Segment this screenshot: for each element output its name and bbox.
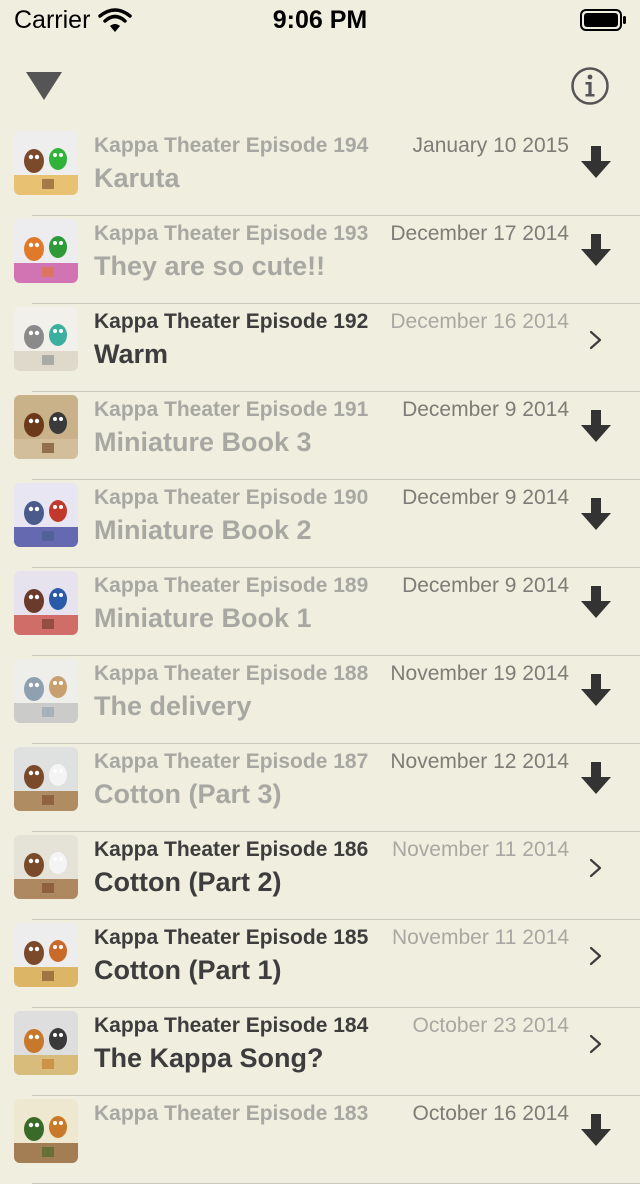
- triangle-down-icon[interactable]: [22, 70, 66, 102]
- episode-number: Kappa Theater Episode 189: [94, 574, 369, 597]
- battery-icon: [580, 9, 626, 31]
- list-item[interactable]: Kappa Theater Episode 190 December 9 2014…: [0, 480, 640, 568]
- download-arrow-icon[interactable]: [580, 497, 612, 531]
- episode-number: Kappa Theater Episode 191: [94, 398, 369, 421]
- list-item[interactable]: Kappa Theater Episode 186 November 11 201…: [0, 832, 640, 920]
- episode-thumbnail: [14, 1099, 78, 1163]
- list-item[interactable]: Kappa Theater Episode 188 November 19 201…: [0, 656, 640, 744]
- episode-title: Warm: [94, 339, 169, 369]
- episode-date: December 16 2014: [390, 310, 569, 333]
- episode-number: Kappa Theater Episode 187: [94, 750, 369, 773]
- episode-number: Kappa Theater Episode 193: [94, 222, 369, 245]
- info-icon[interactable]: [570, 66, 610, 106]
- episode-number: Kappa Theater Episode 192: [94, 310, 369, 333]
- nav-bar: [0, 40, 640, 128]
- episode-thumbnail: [14, 219, 78, 283]
- episode-date: January 10 2015: [412, 134, 569, 157]
- episode-number: Kappa Theater Episode 184: [94, 1014, 369, 1037]
- episode-date: December 9 2014: [402, 398, 569, 421]
- episode-thumbnail: [14, 395, 78, 459]
- episode-date: December 9 2014: [402, 486, 569, 509]
- episode-number: Kappa Theater Episode 190: [94, 486, 369, 509]
- list-item[interactable]: Kappa Theater Episode 193 December 17 201…: [0, 216, 640, 304]
- episode-title: Karuta: [94, 163, 180, 193]
- episode-date: November 12 2014: [390, 750, 569, 773]
- episode-thumbnail: [14, 659, 78, 723]
- episode-thumbnail: [14, 835, 78, 899]
- status-time: 9:06 PM: [272, 6, 368, 34]
- episode-title: The Kappa Song?: [94, 1043, 324, 1073]
- download-arrow-icon[interactable]: [580, 409, 612, 443]
- episode-thumbnail: [14, 1011, 78, 1075]
- download-arrow-icon[interactable]: [580, 233, 612, 267]
- episode-title: Cotton (Part 1): [94, 955, 282, 985]
- episode-title: Miniature Book 3: [94, 427, 312, 457]
- episode-thumbnail: [14, 307, 78, 371]
- download-arrow-icon[interactable]: [580, 761, 612, 795]
- list-item[interactable]: Kappa Theater Episode 194 January 10 2015…: [0, 128, 640, 216]
- episode-date: November 19 2014: [390, 662, 569, 685]
- episode-date: November 11 2014: [391, 838, 569, 861]
- episode-thumbnail: [14, 571, 78, 635]
- list-item[interactable]: Kappa Theater Episode 183 October 16 2014: [0, 1096, 640, 1184]
- episode-number: Kappa Theater Episode 186: [94, 838, 369, 861]
- chevron-right-icon[interactable]: [588, 858, 604, 878]
- episode-date: December 17 2014: [390, 222, 569, 245]
- download-arrow-icon[interactable]: [580, 673, 612, 707]
- episode-thumbnail: [14, 747, 78, 811]
- episode-number: Kappa Theater Episode 194: [94, 134, 369, 157]
- episode-title: Cotton (Part 2): [94, 867, 282, 897]
- episode-list: Kappa Theater Episode 194 January 10 2015…: [0, 128, 640, 1184]
- episode-number: Kappa Theater Episode 183: [94, 1102, 369, 1125]
- episode-date: December 9 2014: [402, 574, 569, 597]
- episode-date: October 16 2014: [412, 1102, 569, 1125]
- download-arrow-icon[interactable]: [580, 1113, 612, 1147]
- episode-title: Miniature Book 1: [94, 603, 312, 633]
- episode-number: Kappa Theater Episode 185: [94, 926, 369, 949]
- chevron-right-icon[interactable]: [588, 946, 604, 966]
- list-item[interactable]: Kappa Theater Episode 192 December 16 201…: [0, 304, 640, 392]
- chevron-right-icon[interactable]: [588, 330, 604, 350]
- episode-title: Cotton (Part 3): [94, 779, 282, 809]
- episode-title: Miniature Book 2: [94, 515, 312, 545]
- episode-title: They are so cute!!: [94, 251, 326, 281]
- episode-date: October 23 2014: [412, 1014, 569, 1037]
- list-item[interactable]: Kappa Theater Episode 184 October 23 2014…: [0, 1008, 640, 1096]
- episode-thumbnail: [14, 483, 78, 547]
- episode-number: Kappa Theater Episode 188: [94, 662, 369, 685]
- episode-title: The delivery: [94, 691, 252, 721]
- episode-thumbnail: [14, 923, 78, 987]
- download-arrow-icon[interactable]: [580, 585, 612, 619]
- download-arrow-icon[interactable]: [580, 145, 612, 179]
- list-item[interactable]: Kappa Theater Episode 191 December 9 2014…: [0, 392, 640, 480]
- episode-date: November 11 2014: [391, 926, 569, 949]
- status-bar: Carrier 9:06 PM: [0, 0, 640, 40]
- list-item[interactable]: Kappa Theater Episode 189 December 9 2014…: [0, 568, 640, 656]
- chevron-right-icon[interactable]: [588, 1034, 604, 1054]
- list-item[interactable]: Kappa Theater Episode 187 November 12 201…: [0, 744, 640, 832]
- episode-thumbnail: [14, 131, 78, 195]
- list-item[interactable]: Kappa Theater Episode 185 November 11 201…: [0, 920, 640, 1008]
